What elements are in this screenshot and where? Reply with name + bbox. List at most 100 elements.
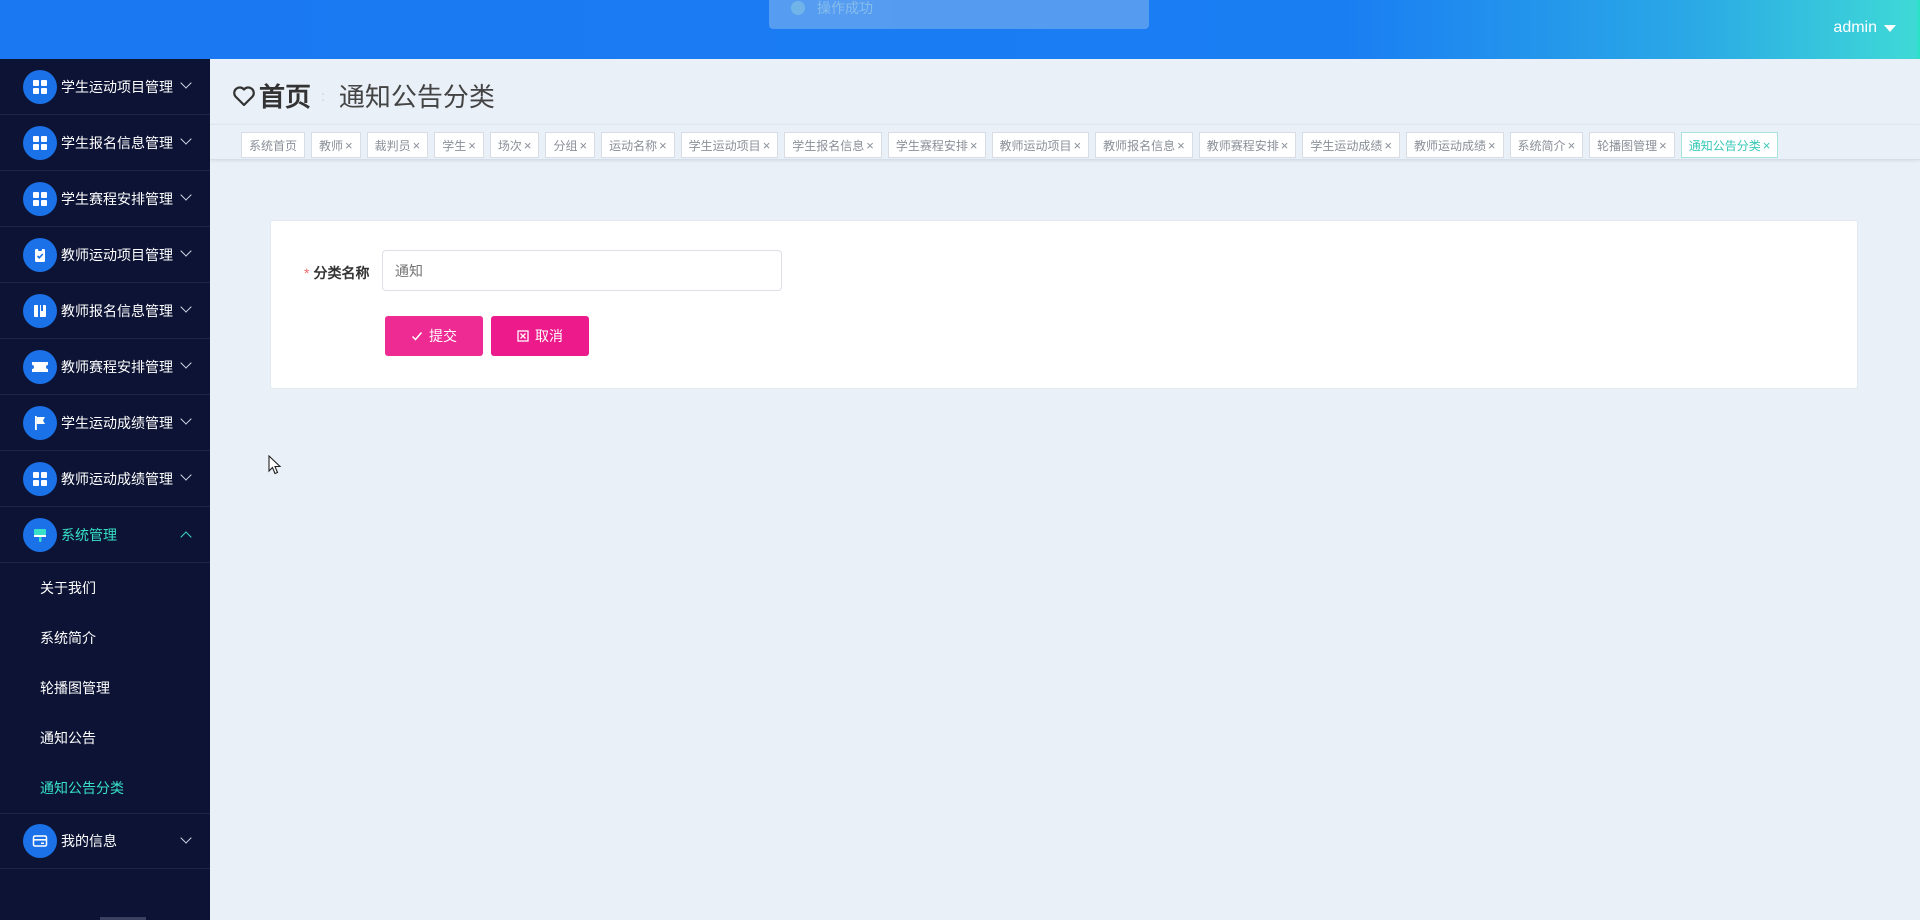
tag-item[interactable]: 教师赛程安排 × <box>1198 132 1297 158</box>
tag-label: 教师报名信息 <box>1103 138 1176 153</box>
field-label-text: 分类名称 <box>313 265 370 281</box>
category-name-input[interactable] <box>382 250 782 291</box>
success-toast: 操作成功 <box>769 0 1149 29</box>
close-icon[interactable]: × <box>1488 138 1496 153</box>
close-icon[interactable]: × <box>1177 138 1185 153</box>
tag-label: 场次 <box>497 138 522 153</box>
tag-item[interactable]: 裁判员 × <box>366 132 429 158</box>
grid-icon <box>23 69 57 104</box>
clipboard-icon <box>23 237 57 272</box>
top-header: 操作成功 admin <box>0 0 1920 59</box>
flag-icon <box>23 405 57 440</box>
sidebar-item-label: 教师运动成绩管理 <box>61 470 173 487</box>
tag-label: 分组 <box>553 138 578 153</box>
tag-item[interactable]: 系统简介 × <box>1509 132 1584 158</box>
tag-item[interactable]: 学生赛程安排 × <box>887 132 986 158</box>
sidebar-subitem-about[interactable]: 关于我们 <box>0 563 210 613</box>
sidebar-item-student-sport[interactable]: 学生运动项目管理 <box>0 59 210 115</box>
chevron-down-icon <box>180 245 192 257</box>
tag-label: 教师运动项目 <box>999 138 1072 153</box>
tag-item[interactable]: 教师运动成绩 × <box>1405 132 1504 158</box>
chevron-down-icon <box>180 301 192 313</box>
tag-item[interactable]: 学生 × <box>434 132 484 158</box>
tag-item[interactable]: 分组 × <box>545 132 596 158</box>
close-icon[interactable]: × <box>1763 138 1771 153</box>
chevron-up-icon <box>180 531 192 543</box>
sidebar-item-label: 系统管理 <box>61 526 117 543</box>
tag-item[interactable]: 轮播图管理 × <box>1589 132 1675 158</box>
user-name: admin <box>1833 19 1877 36</box>
close-icon[interactable]: × <box>524 138 532 153</box>
form-card: *分类名称 提交 取消 <box>270 220 1858 389</box>
close-icon[interactable]: × <box>1281 138 1289 153</box>
tag-item[interactable]: 运动名称 × <box>601 132 675 158</box>
chevron-down-icon <box>180 189 192 201</box>
tag-label: 运动名称 <box>609 138 658 153</box>
sidebar: 学生运动项目管理 学生报名信息管理 学生赛程安排管理 教师运动项目管理 教师报名… <box>0 59 210 920</box>
cancel-button[interactable]: 取消 <box>491 316 589 356</box>
sidebar-item-teacher-schedule[interactable]: 教师赛程安排管理 <box>0 339 210 395</box>
tag-item[interactable]: 教师 × <box>311 132 361 158</box>
sidebar-subitem-carousel[interactable]: 轮播图管理 <box>0 663 210 713</box>
sidebar-item-teacher-score[interactable]: 教师运动成绩管理 <box>0 451 210 507</box>
sidebar-subitem-intro[interactable]: 系统简介 <box>0 613 210 663</box>
close-icon[interactable]: × <box>579 138 587 153</box>
tag-item[interactable]: 通知公告分类 × <box>1680 132 1779 158</box>
close-icon[interactable]: × <box>970 138 978 153</box>
breadcrumb-separator: : <box>321 87 325 104</box>
sidebar-item-student-schedule[interactable]: 学生赛程安排管理 <box>0 171 210 227</box>
chevron-down-icon <box>180 832 192 844</box>
chevron-down-icon <box>180 77 192 89</box>
close-icon[interactable]: × <box>1074 138 1082 153</box>
sidebar-subitem-notice-category[interactable]: 通知公告分类 <box>0 763 210 813</box>
grid-icon <box>23 461 57 496</box>
sidebar-item-label: 学生运动成绩管理 <box>61 414 173 431</box>
user-menu[interactable]: admin <box>1833 19 1896 37</box>
sidebar-item-student-score[interactable]: 学生运动成绩管理 <box>0 395 210 451</box>
tag-item[interactable]: 教师报名信息 × <box>1095 132 1193 158</box>
submit-button[interactable]: 提交 <box>385 316 483 356</box>
sidebar-item-label: 我的信息 <box>61 833 117 849</box>
tag-label: 裁判员 <box>374 138 411 153</box>
sidebar-item-teacher-sport[interactable]: 教师运动项目管理 <box>0 227 210 283</box>
submit-label: 提交 <box>429 328 457 344</box>
breadcrumb-current: 通知公告分类 <box>338 82 495 112</box>
tag-item[interactable]: 学生报名信息 × <box>784 132 882 158</box>
main-content: 首页 : 通知公告分类 系统首页 教师 × 裁判员 × 学生 × 场次 × 分组 × 运动名称 × 学生运… <box>210 59 1920 920</box>
tag-label: 学生报名信息 <box>792 138 865 153</box>
close-icon[interactable]: × <box>866 138 874 153</box>
close-icon[interactable]: × <box>763 138 771 153</box>
sidebar-item-my-info[interactable]: 我的信息 <box>0 813 210 869</box>
heart-icon <box>233 85 255 106</box>
close-icon[interactable]: × <box>468 138 476 153</box>
close-icon[interactable]: × <box>345 138 353 153</box>
check-icon <box>411 332 423 341</box>
sidebar-item-teacher-signup[interactable]: 教师报名信息管理 <box>0 283 210 339</box>
sidebar-item-system[interactable]: 系统管理 <box>0 507 210 563</box>
sidebar-item-student-signup[interactable]: 学生报名信息管理 <box>0 115 210 171</box>
tag-label: 教师赛程安排 <box>1206 138 1279 153</box>
tag-item[interactable]: 系统首页 <box>241 132 306 158</box>
tag-item[interactable]: 教师运动项目 × <box>991 132 1090 158</box>
ticket-icon <box>23 349 57 384</box>
close-icon[interactable]: × <box>1568 138 1576 153</box>
tag-item[interactable]: 场次 × <box>489 132 540 158</box>
sidebar-item-label: 学生运动项目管理 <box>61 78 173 95</box>
close-icon[interactable]: × <box>1659 138 1667 153</box>
tag-label: 学生运动成绩 <box>1310 138 1383 153</box>
close-icon[interactable]: × <box>659 138 667 153</box>
sidebar-item-label: 学生报名信息管理 <box>61 134 173 151</box>
sidebar-item-label: 教师运动项目管理 <box>61 246 173 263</box>
breadcrumb: 首页 : 通知公告分类 <box>232 77 495 114</box>
close-icon[interactable]: × <box>1384 138 1392 153</box>
sidebar-subitem-notice[interactable]: 通知公告 <box>0 713 210 763</box>
success-check-icon <box>791 0 805 15</box>
chevron-down-icon <box>180 357 192 369</box>
close-icon[interactable]: × <box>413 138 421 153</box>
close-box-icon <box>517 330 529 342</box>
caret-down-icon <box>1884 24 1896 32</box>
tag-item[interactable]: 学生运动成绩 × <box>1302 132 1400 158</box>
tag-label: 通知公告分类 <box>1688 138 1761 153</box>
tag-item[interactable]: 学生运动项目 × <box>680 132 779 158</box>
breadcrumb-home[interactable]: 首页 <box>259 77 311 114</box>
